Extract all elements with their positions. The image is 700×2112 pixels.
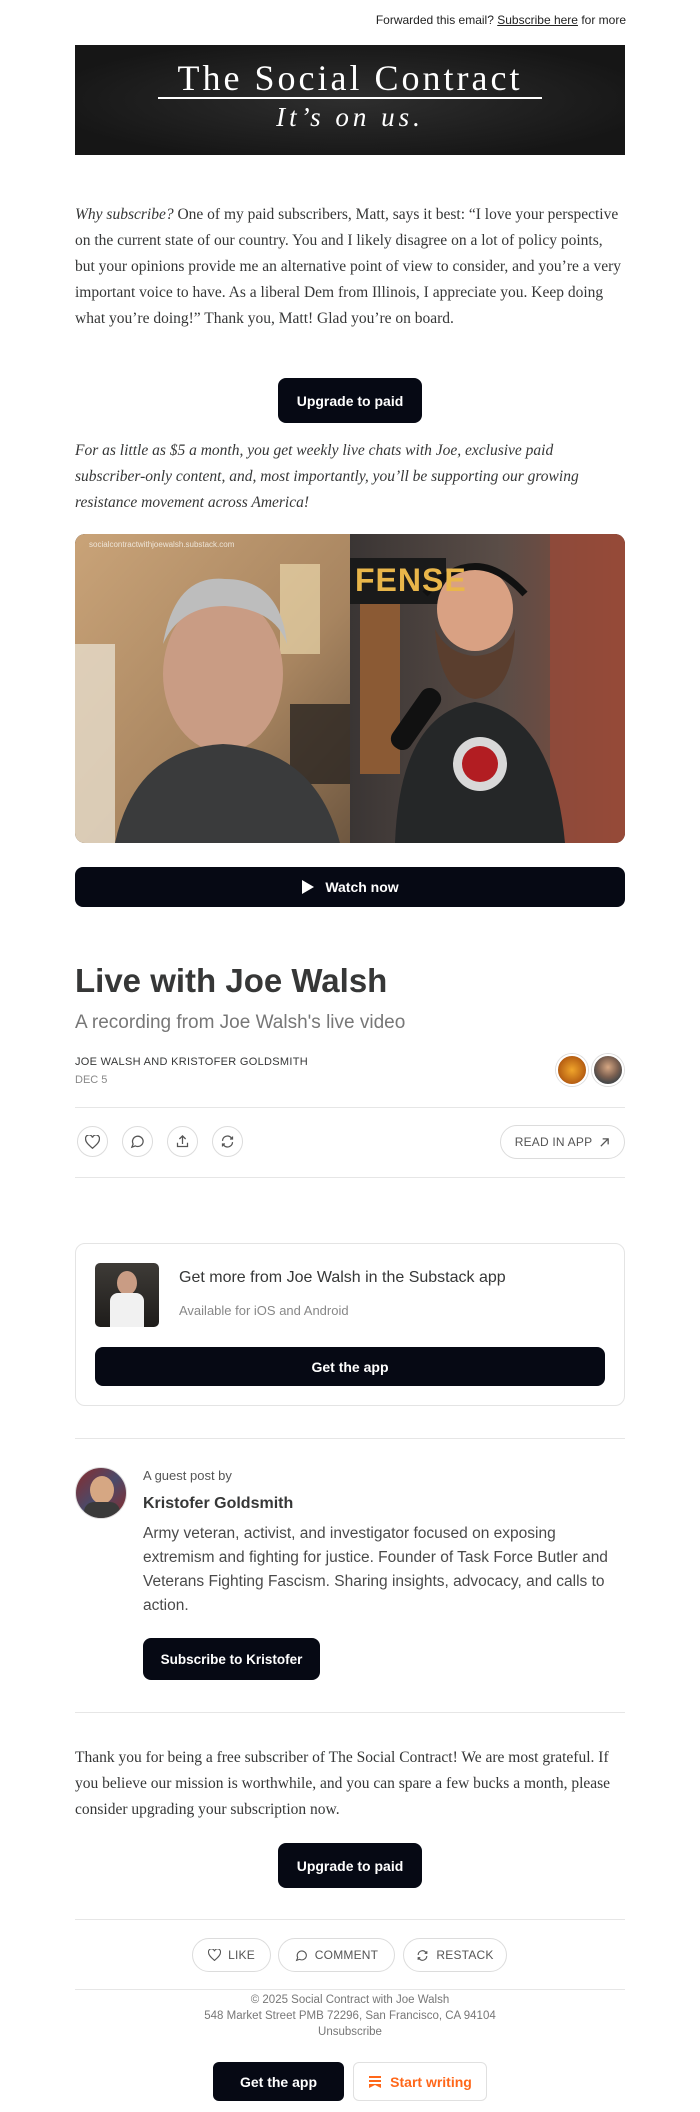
restack-label: RESTACK	[436, 1948, 494, 1962]
restack-icon-button[interactable]	[212, 1126, 243, 1157]
divider	[75, 1438, 625, 1439]
divider	[75, 1712, 625, 1713]
upgrade-to-paid-button[interactable]: Upgrade to paid	[278, 378, 422, 423]
banner-underline	[158, 97, 542, 99]
post-authors[interactable]: JOE WALSH AND KRISTOFER GOLDSMITH	[75, 1056, 308, 1068]
get-the-app-button[interactable]: Get the app	[95, 1347, 605, 1386]
forward-line: Forwarded this email? Subscribe here for…	[376, 13, 626, 27]
intro-paragraph: Why subscribe? One of my paid subscriber…	[75, 202, 625, 332]
footer-copyright: © 2025 Social Contract with Joe Walsh	[250, 1994, 450, 2006]
share-icon-button[interactable]	[167, 1126, 198, 1157]
divider	[75, 1919, 625, 1920]
post-subtitle: A recording from Joe Walsh's live video	[75, 1012, 406, 1033]
comment-label: COMMENT	[314, 1948, 379, 1962]
footer-address: 548 Market Street PMB 72296, San Francis…	[204, 2010, 496, 2022]
guest-avatar[interactable]	[75, 1467, 127, 1519]
subscribe-to-kristofer-button[interactable]: Subscribe to Kristofer	[143, 1638, 320, 1680]
watch-now-button[interactable]: Watch now	[75, 867, 625, 907]
guest-name[interactable]: Kristofer Goldsmith	[143, 1495, 293, 1513]
read-in-app-button[interactable]: READ IN APP	[500, 1125, 625, 1159]
post-title[interactable]: Live with Joe Walsh	[75, 962, 387, 1000]
restack-button[interactable]: RESTACK	[403, 1938, 507, 1972]
divider	[75, 1989, 625, 1990]
restack-icon	[221, 1135, 234, 1148]
read-in-app-label: READ IN APP	[514, 1135, 593, 1149]
watch-now-label: Watch now	[325, 879, 399, 895]
post-date: DEC 5	[75, 1074, 108, 1086]
heart-icon	[85, 1134, 100, 1149]
unsubscribe-link[interactable]: Unsubscribe	[0, 2026, 700, 2038]
comment-button[interactable]: COMMENT	[278, 1938, 395, 1972]
video-thumbnail[interactable]: socialcontractwithjoewalsh.substack.com …	[75, 534, 625, 843]
thanks-paragraph: Thank you for being a free subscriber of…	[75, 1749, 611, 1818]
publication-thumbnail	[95, 1263, 159, 1327]
video-sign-text: FENSE	[355, 562, 467, 598]
footer-get-the-app-button[interactable]: Get the app	[213, 2062, 344, 2101]
author-avatar-kristofer[interactable]	[592, 1054, 624, 1086]
app-promo-title: Get more from Joe Walsh in the Substack …	[179, 1269, 506, 1286]
promo-paragraph: For as little as $5 a month, you get wee…	[75, 442, 579, 511]
guest-bio: Army veteran, activist, and investigator…	[143, 1525, 608, 1614]
header-banner: The Social Contract It’s on us.	[75, 45, 625, 155]
author-avatar-joe[interactable]	[556, 1054, 588, 1086]
heart-icon	[208, 1949, 222, 1961]
app-promo-card: Get more from Joe Walsh in the Substack …	[75, 1243, 625, 1406]
subscribe-here-link[interactable]: Subscribe here	[497, 13, 578, 27]
restack-icon	[418, 1949, 428, 1961]
start-writing-button[interactable]: Start writing	[353, 2062, 487, 2101]
banner-title: The Social Contract	[177, 58, 523, 98]
intro-lead: Why subscribe?	[75, 206, 174, 223]
comment-icon	[295, 1949, 307, 1961]
forward-prefix: Forwarded this email?	[375, 13, 494, 27]
app-promo-subtitle: Available for iOS and Android	[179, 1303, 349, 1318]
guest-post-label: A guest post by	[143, 1468, 232, 1483]
video-url-overlay: socialcontractwithjoewalsh.substack.com	[89, 540, 235, 549]
comment-icon	[130, 1135, 144, 1149]
comment-icon-button[interactable]	[122, 1126, 153, 1157]
forward-suffix: for more	[581, 13, 626, 27]
banner-tagline: It’s on us.	[276, 102, 424, 132]
share-icon	[176, 1134, 189, 1148]
start-writing-label: Start writing	[390, 2073, 472, 2090]
like-icon-button[interactable]	[77, 1126, 108, 1157]
divider	[75, 1107, 625, 1108]
like-button[interactable]: LIKE	[192, 1938, 271, 1972]
arrow-up-right-icon	[600, 1137, 610, 1147]
video-frame-illustration	[75, 534, 625, 843]
upgrade-to-paid-button-2[interactable]: Upgrade to paid	[278, 1843, 422, 1888]
play-icon	[302, 880, 315, 894]
intro-text: One of my paid subscribers, Matt, says i…	[75, 206, 622, 327]
substack-logo-icon	[369, 2075, 382, 2088]
divider	[75, 1177, 625, 1178]
like-label: LIKE	[228, 1948, 255, 1962]
